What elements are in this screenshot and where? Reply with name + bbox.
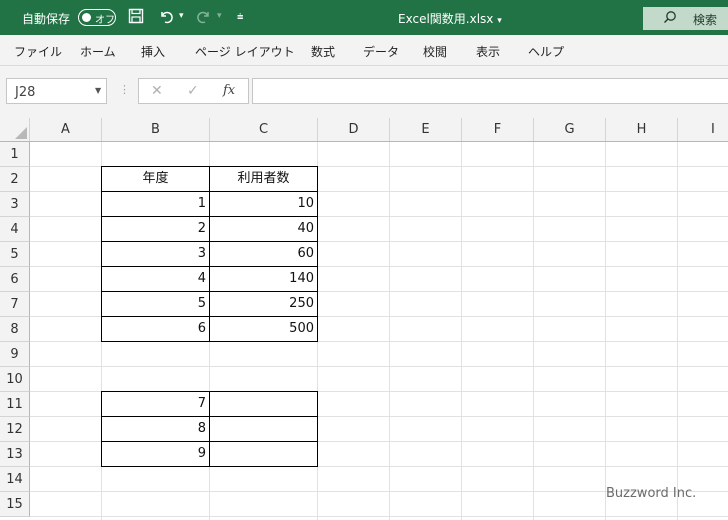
cell-c3[interactable]: 10 xyxy=(210,191,317,216)
toggle-knob xyxy=(82,13,91,22)
menu-data[interactable]: データ xyxy=(363,43,399,60)
autosave-toggle[interactable]: オフ xyxy=(78,9,116,26)
cell-c2[interactable]: 利用者数 xyxy=(210,166,317,191)
row-header-12[interactable]: 12 xyxy=(0,417,30,442)
name-box-value: J28 xyxy=(15,85,36,100)
cell-c5[interactable]: 60 xyxy=(210,241,317,266)
formula-input[interactable] xyxy=(252,78,728,104)
title-bar: 自動保存 オフ ▾ ▾ ⩧ Excel関数用.xlsx ▾ 検索 xyxy=(0,0,728,35)
menu-home[interactable]: ホーム xyxy=(80,43,116,60)
watermark-text: Buzzword Inc. xyxy=(606,486,697,501)
cell-c8[interactable]: 500 xyxy=(210,316,317,341)
worksheet-grid: A B C D E F G H I 1 2 3 4 5 6 7 8 9 10 1… xyxy=(0,118,728,520)
formula-buttons: ✕ ✓ fx xyxy=(138,78,249,104)
cell-b11[interactable]: 7 xyxy=(102,391,209,416)
select-all-button[interactable] xyxy=(0,118,30,141)
column-header-f[interactable]: F xyxy=(462,118,534,141)
column-header-b[interactable]: B xyxy=(102,118,210,141)
row-header-11[interactable]: 11 xyxy=(0,392,30,417)
menu-formulas[interactable]: 数式 xyxy=(311,43,335,60)
column-header-e[interactable]: E xyxy=(390,118,462,141)
confirm-icon[interactable]: ✓ xyxy=(187,83,199,99)
search-box[interactable]: 検索 xyxy=(643,7,728,30)
autosave-state: オフ xyxy=(95,15,115,26)
cell-b8[interactable]: 6 xyxy=(102,316,209,341)
column-header-a[interactable]: A xyxy=(30,118,102,141)
row-header-7[interactable]: 7 xyxy=(0,292,30,317)
cell-c4[interactable]: 40 xyxy=(210,216,317,241)
row-header-5[interactable]: 5 xyxy=(0,242,30,267)
row-header-8[interactable]: 8 xyxy=(0,317,30,342)
search-label: 検索 xyxy=(693,13,718,27)
cell-b12[interactable]: 8 xyxy=(102,416,209,441)
redo-icon[interactable] xyxy=(196,8,212,28)
row-header-9[interactable]: 9 xyxy=(0,342,30,367)
column-header-i[interactable]: I xyxy=(678,118,728,141)
menu-help[interactable]: ヘルプ xyxy=(528,43,564,60)
column-header-c[interactable]: C xyxy=(210,118,318,141)
autosave-label: 自動保存 xyxy=(22,12,71,26)
column-header-g[interactable]: G xyxy=(534,118,606,141)
cell-b4[interactable]: 2 xyxy=(102,216,209,241)
cell-area[interactable]: 年度 利用者数 1 10 2 40 3 60 4 140 5 250 6 500… xyxy=(30,142,728,520)
save-icon[interactable] xyxy=(128,8,144,28)
drag-handle-icon[interactable]: ⋮ xyxy=(119,83,130,96)
ribbon-menu: ファイル ホーム 挿入 ページ レイアウト 数式 データ 校閲 表示 ヘルプ xyxy=(0,35,728,66)
cancel-icon[interactable]: ✕ xyxy=(151,83,163,99)
column-header-h[interactable]: H xyxy=(606,118,678,141)
menu-page-layout[interactable]: ページ レイアウト xyxy=(195,43,295,60)
formula-bar-row: J28 ▼ ⋮ ✕ ✓ fx xyxy=(0,66,728,118)
file-title[interactable]: Excel関数用.xlsx ▾ xyxy=(398,10,502,27)
row-header-10[interactable]: 10 xyxy=(0,367,30,392)
row-header-1[interactable]: 1 xyxy=(0,142,30,167)
menu-review[interactable]: 校閲 xyxy=(423,43,447,60)
cell-c7[interactable]: 250 xyxy=(210,291,317,316)
customize-toolbar-icon[interactable]: ⩧ xyxy=(237,8,243,26)
cell-b13[interactable]: 9 xyxy=(102,441,209,466)
row-header-4[interactable]: 4 xyxy=(0,217,30,242)
row-header-3[interactable]: 3 xyxy=(0,192,30,217)
redo-dropdown-icon[interactable]: ▾ xyxy=(217,11,222,21)
cell-b7[interactable]: 5 xyxy=(102,291,209,316)
cell-b5[interactable]: 3 xyxy=(102,241,209,266)
row-header-15[interactable]: 15 xyxy=(0,492,30,517)
cell-b3[interactable]: 1 xyxy=(102,191,209,216)
row-header-13[interactable]: 13 xyxy=(0,442,30,467)
cell-b6[interactable]: 4 xyxy=(102,266,209,291)
menu-insert[interactable]: 挿入 xyxy=(141,43,165,60)
row-header-6[interactable]: 6 xyxy=(0,267,30,292)
cell-c6[interactable]: 140 xyxy=(210,266,317,291)
row-header-2[interactable]: 2 xyxy=(0,167,30,192)
undo-dropdown-icon[interactable]: ▾ xyxy=(179,11,184,21)
column-header-d[interactable]: D xyxy=(318,118,390,141)
menu-view[interactable]: 表示 xyxy=(476,43,500,60)
insert-function-icon[interactable]: fx xyxy=(223,83,235,98)
row-header-14[interactable]: 14 xyxy=(0,467,30,492)
cell-b2[interactable]: 年度 xyxy=(102,166,209,191)
search-icon xyxy=(663,10,677,28)
column-headers: A B C D E F G H I xyxy=(0,118,728,142)
undo-icon[interactable] xyxy=(158,8,174,28)
name-box[interactable]: J28 ▼ xyxy=(6,78,107,104)
menu-file[interactable]: ファイル xyxy=(14,43,62,60)
chevron-down-icon[interactable]: ▼ xyxy=(95,86,101,95)
